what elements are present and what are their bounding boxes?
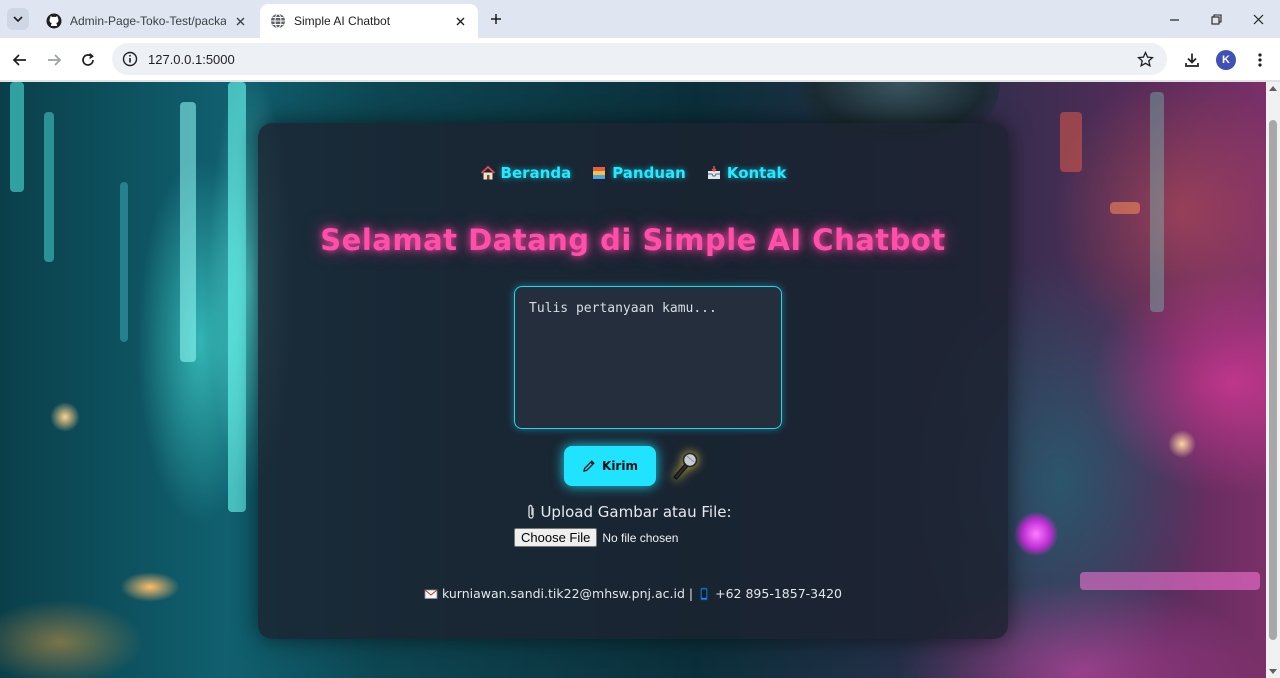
book-icon [593, 167, 606, 179]
chatbot-card: Beranda Panduan Kontak Selamat Datang di… [258, 123, 1008, 639]
avatar: K [1216, 50, 1236, 70]
new-tab-button[interactable] [484, 8, 508, 30]
nav-label: Panduan [612, 164, 686, 182]
tab-title: Simple AI Chatbot [294, 14, 391, 28]
address-bar[interactable]: 127.0.0.1:5000 [112, 43, 1167, 75]
paperclip-icon [528, 504, 535, 519]
send-button[interactable]: Kirim [564, 446, 656, 486]
tab-title: Admin-Page-Toko-Test/package [70, 14, 226, 28]
close-icon [236, 17, 244, 25]
page-title: Selamat Datang di Simple AI Chatbot [320, 223, 946, 257]
close-tab-button[interactable] [452, 13, 468, 29]
main-nav: Beranda Panduan Kontak [258, 161, 1008, 185]
url-text[interactable]: 127.0.0.1:5000 [148, 52, 235, 67]
mobile-phone-icon [700, 587, 709, 600]
back-button[interactable] [6, 46, 34, 74]
site-info-icon[interactable] [120, 49, 140, 69]
restore-icon [1210, 13, 1222, 25]
file-input[interactable]: Choose File No file chosen [514, 528, 678, 547]
nav-label: Kontak [726, 164, 787, 182]
scroll-up-icon[interactable] [1269, 84, 1277, 92]
github-icon [46, 13, 62, 29]
restore-button[interactable] [1202, 6, 1230, 32]
close-icon [456, 17, 464, 25]
download-icon [1185, 53, 1199, 67]
pencil-icon [583, 460, 595, 472]
kebab-menu-icon [1258, 53, 1262, 67]
voice-input-button[interactable] [666, 448, 702, 484]
inbox-icon [707, 166, 720, 179]
scroll-down-icon[interactable] [1269, 668, 1277, 676]
choose-file-button[interactable]: Choose File [514, 528, 598, 547]
globe-icon [271, 13, 285, 29]
envelope-icon [424, 589, 438, 599]
close-icon [1253, 14, 1263, 24]
contact-footer: kurniawan.sandi.tik22@mhsw.pnj.ac.id | +… [258, 586, 1008, 601]
nav-link-panduan[interactable]: Panduan [591, 161, 686, 185]
upload-label: Upload Gambar atau File: [258, 503, 1008, 521]
page-scrollbar[interactable] [1266, 82, 1280, 678]
tab-chatbot[interactable]: Simple AI Chatbot [260, 4, 478, 38]
footer-email: kurniawan.sandi.tik22@mhsw.pnj.ac.id [442, 586, 685, 601]
nav-label: Beranda [500, 164, 572, 182]
send-label: Kirim [602, 459, 638, 473]
house-icon [480, 165, 495, 180]
nav-link-kontak[interactable]: Kontak [706, 161, 787, 185]
downloads-button[interactable] [1178, 46, 1206, 74]
reload-button[interactable] [74, 46, 102, 74]
minimize-icon [1169, 18, 1179, 21]
arrow-left-icon [12, 54, 26, 66]
reload-icon [82, 53, 94, 66]
minimize-button[interactable] [1160, 6, 1188, 32]
browser-menu-button[interactable] [1246, 46, 1274, 74]
footer-phone: +62 895-1857-3420 [715, 586, 842, 601]
file-status: No file chosen [602, 530, 679, 545]
close-window-button[interactable] [1244, 6, 1272, 32]
microphone-icon [673, 452, 698, 480]
forward-button[interactable] [40, 46, 68, 74]
close-tab-button[interactable] [232, 13, 248, 29]
tab-github[interactable]: Admin-Page-Toko-Test/package [36, 4, 258, 38]
plus-icon [491, 14, 501, 24]
tab-strip: Admin-Page-Toko-Test/package Simple AI C… [0, 0, 1280, 38]
bookmark-star-icon[interactable] [1135, 49, 1155, 69]
nav-link-beranda[interactable]: Beranda [480, 161, 572, 185]
arrow-right-icon [48, 54, 62, 66]
profile-button[interactable]: K [1212, 46, 1240, 74]
footer-separator: | [688, 586, 694, 601]
browser-toolbar: 127.0.0.1:5000 K [0, 38, 1280, 81]
scrollbar-thumb[interactable] [1269, 120, 1277, 640]
tab-search-button[interactable] [7, 8, 29, 30]
chevron-down-icon [13, 16, 23, 23]
question-input[interactable] [514, 286, 782, 429]
upload-label-text: Upload Gambar atau File: [540, 503, 732, 521]
